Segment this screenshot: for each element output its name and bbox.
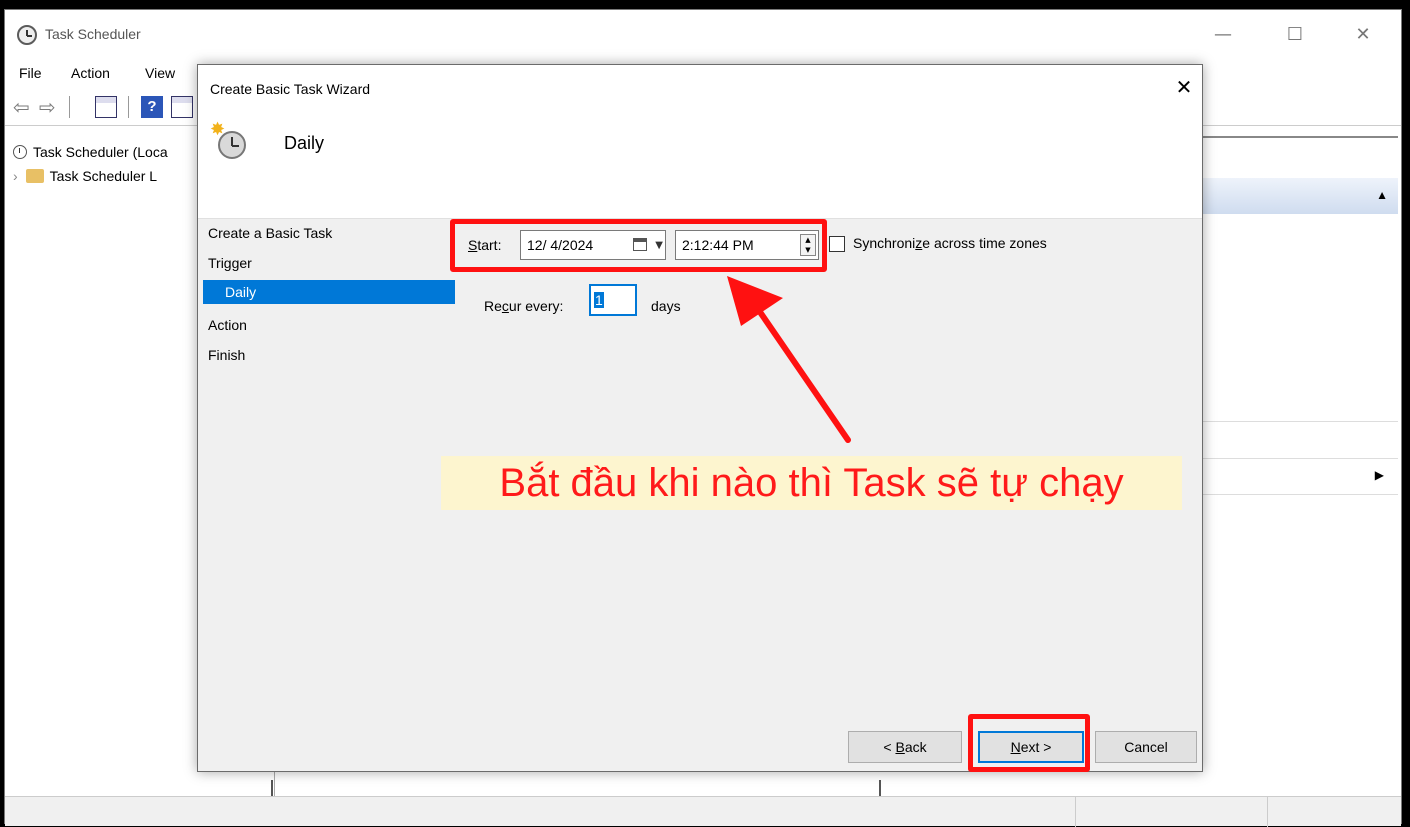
back-arrow-icon[interactable]: ⇦ [13,96,35,118]
cancel-button[interactable]: Cancel [1095,731,1197,763]
task-clock-icon: ✸ [210,121,250,165]
clock-icon [13,145,27,159]
forward-arrow-icon[interactable]: ⇨ [39,96,61,118]
menu-action[interactable]: Action [71,65,110,81]
pane-divider [1202,494,1398,495]
status-bar [5,796,1401,827]
menu-file[interactable]: File [19,65,42,81]
toolbar-separator [69,96,70,118]
clock-icon [17,25,37,45]
maximize-button[interactable]: ☐ [1273,22,1317,48]
menu-view[interactable]: View [145,65,175,81]
help-icon[interactable]: ? [141,96,163,118]
show-hide-action-pane-icon[interactable] [171,96,193,118]
collapse-up-icon[interactable]: ▲ [1376,188,1388,202]
step-daily[interactable]: Daily [203,280,455,304]
horizontal-scrollbar[interactable] [271,780,881,796]
status-separator [1267,797,1268,827]
annotation-callout: Bắt đầu khi nào thì Task sẽ tự chạy [441,456,1182,510]
next-highlight-box [968,714,1090,772]
actions-pane: ▲ ▶ [1202,136,1398,796]
dialog-title: Create Basic Task Wizard [210,81,371,97]
actions-pane-header[interactable]: ▲ [1202,178,1398,214]
chevron-right-icon[interactable]: › [13,168,18,184]
start-highlight-box [450,219,827,272]
create-basic-task-wizard: Create Basic Task Wizard ✕ ✸ Daily Creat… [197,64,1203,772]
status-separator [1075,797,1076,827]
sync-timezones-checkbox[interactable] [829,236,845,252]
close-button[interactable]: ✕ [1341,22,1385,48]
tree-item-label: Task Scheduler (Loca [33,144,168,160]
dialog-close-button[interactable]: ✕ [1172,75,1196,99]
tree-item-library[interactable]: › Task Scheduler L [13,168,157,184]
folder-clock-icon [25,169,44,183]
window-title: Task Scheduler [45,26,141,42]
step-finish[interactable]: Finish [208,347,245,363]
window-titlebar: Task Scheduler — ☐ ✕ [5,10,1401,60]
pane-divider [1202,421,1398,422]
submenu-arrow-icon[interactable]: ▶ [1375,468,1384,482]
pane-divider [1202,136,1398,138]
dialog-header: ✸ Daily [198,113,1202,219]
recur-every-value: 1 [594,292,604,308]
back-button[interactable]: < Back [848,731,962,763]
sync-timezones-label[interactable]: Synchronize across time zones [853,235,1047,251]
recur-every-input[interactable]: 1 [589,284,637,316]
tree-item-root[interactable]: Task Scheduler (Loca [13,144,168,160]
recur-unit-label: days [651,298,681,314]
step-action[interactable]: Action [208,317,247,333]
dialog-heading: Daily [284,133,325,153]
recur-every-label: Recur every: [484,298,564,314]
pane-divider [1202,458,1398,459]
dialog-titlebar: Create Basic Task Wizard ✕ [198,65,1202,113]
toolbar-separator [128,96,129,118]
step-trigger[interactable]: Trigger [208,255,252,271]
step-create-basic-task[interactable]: Create a Basic Task [208,225,332,241]
minimize-button[interactable]: — [1201,22,1245,48]
tree-item-label: Task Scheduler L [49,168,158,184]
show-hide-console-tree-icon[interactable] [95,96,117,118]
